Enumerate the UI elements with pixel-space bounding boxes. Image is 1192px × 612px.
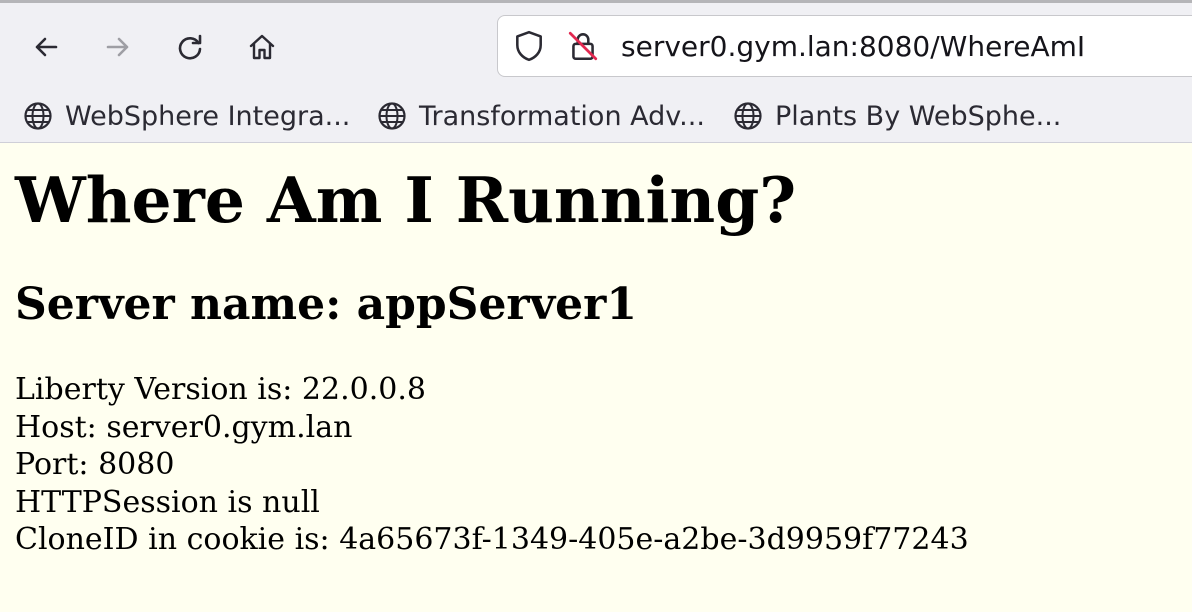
browser-toolbar: server0.gym.lan:8080/WhereAmI WebSphere … [0, 0, 1192, 143]
back-button[interactable] [21, 22, 71, 72]
page-title: Where Am I Running? [15, 163, 797, 237]
shield-icon[interactable] [512, 29, 546, 63]
bookmark-label: Plants By WebSphe... [775, 100, 1062, 132]
bookmark-label: Transformation Adv... [419, 100, 705, 132]
insecure-lock-icon[interactable] [566, 29, 600, 63]
reload-button[interactable] [165, 22, 215, 72]
liberty-version-line: Liberty Version is: 22.0.0.8 [15, 372, 426, 407]
bookmark-plants-by-websphere[interactable]: Plants By WebSphe... [732, 98, 1061, 134]
bookmark-websphere-integration[interactable]: WebSphere Integra... [22, 98, 350, 134]
globe-icon [378, 102, 406, 130]
reload-icon [178, 34, 202, 60]
clone-id-line: CloneID in cookie is: 4a65673f-1349-405e… [15, 522, 969, 557]
home-icon [249, 34, 275, 60]
bookmark-transformation-advisor[interactable]: Transformation Adv... [376, 98, 705, 134]
http-session-line: HTTPSession is null [15, 484, 320, 520]
page-content: Where Am I Running? Server name: appServ… [15, 143, 1185, 559]
arrow-right-icon [106, 37, 129, 57]
url-text[interactable]: server0.gym.lan:8080/WhereAmI [621, 30, 1085, 64]
globe-icon [734, 102, 762, 130]
server-name-heading: Server name: appServer1 [15, 279, 637, 330]
host-line: Host: server0.gym.lan [15, 409, 353, 445]
server-info: Liberty Version is: 22.0.0.8 Host: serve… [15, 371, 1185, 559]
arrow-left-icon [35, 37, 58, 57]
bookmark-label: WebSphere Integra... [65, 100, 351, 132]
forward-button[interactable] [93, 22, 143, 72]
port-line: Port: 8080 [15, 447, 175, 482]
address-bar[interactable]: server0.gym.lan:8080/WhereAmI [497, 15, 1192, 77]
home-button[interactable] [237, 22, 287, 72]
globe-icon [24, 102, 52, 130]
